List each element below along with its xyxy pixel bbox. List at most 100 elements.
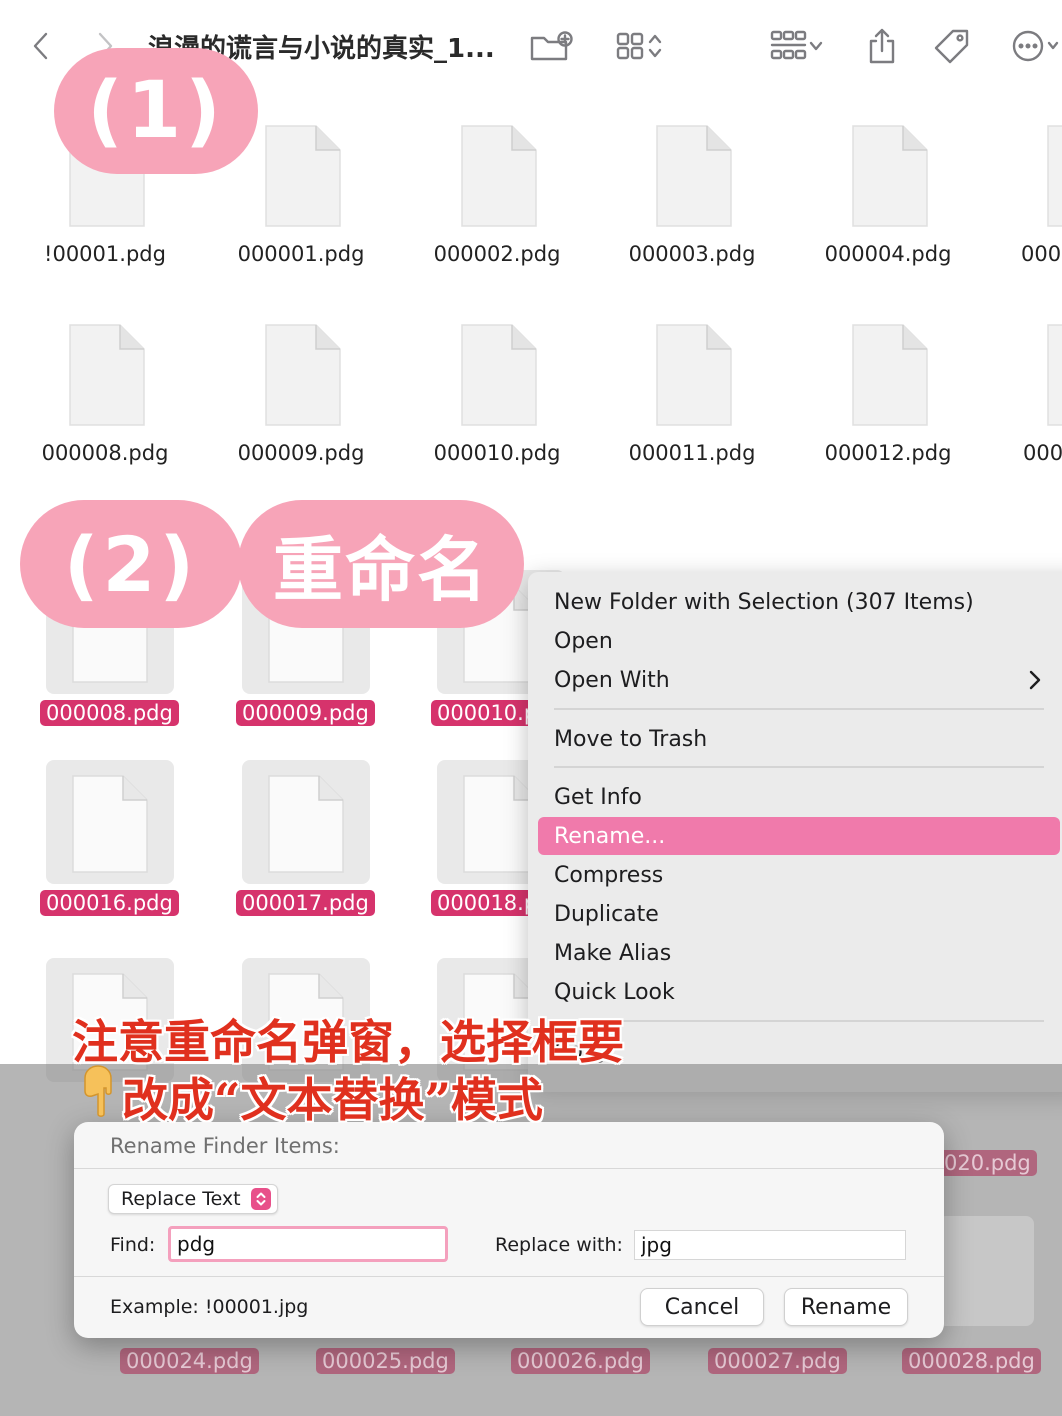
share-button[interactable] [862, 24, 902, 68]
step-2-sticker: (2) [20, 500, 242, 628]
menu-item-open[interactable]: Open [538, 622, 1060, 660]
file-name: 000 [1021, 242, 1062, 266]
rename-mode-select[interactable]: Replace Text [108, 1184, 278, 1214]
cancel-button[interactable]: Cancel [640, 1288, 764, 1326]
ellipsis-circle-icon [1012, 30, 1044, 62]
rename-button[interactable]: Rename [784, 1288, 908, 1326]
rename-dialog: Rename Finder Items: Replace Text Find: … [74, 1122, 944, 1338]
file-name: 000004.pdg [824, 242, 952, 266]
file-name: 000001.pdg [237, 242, 365, 266]
menu-item-rename[interactable]: Rename... [538, 817, 1060, 855]
find-input[interactable] [168, 1226, 448, 1262]
step-1-sticker: (1) [54, 48, 258, 174]
dialog-title: Rename Finder Items: [110, 1134, 340, 1158]
grid-view-icon [616, 32, 644, 60]
find-label: Find: [110, 1234, 156, 1256]
tag-icon [934, 29, 969, 64]
more-actions-button[interactable] [1008, 24, 1062, 68]
selected-file-name: 000016.pdg [40, 890, 179, 916]
document-icon [655, 323, 733, 427]
document-icon [242, 760, 370, 884]
chevron-down-icon [809, 41, 823, 51]
dimmed-file-name: 020.pdg [938, 1150, 1037, 1176]
file-name: 000008.pdg [41, 441, 169, 465]
file-item[interactable]: 000008.pdg [10, 323, 200, 493]
document-icon [851, 323, 929, 427]
document-icon [68, 323, 146, 427]
menu-separator [554, 708, 1044, 710]
document-icon [851, 124, 929, 228]
menu-item-open-with[interactable]: Open With [538, 661, 1060, 699]
instruction-line-1: 注意重命名弹窗，选择框要 [72, 1015, 624, 1069]
menu-item-new-folder-with-selection[interactable]: New Folder with Selection (307 Items) [538, 583, 1060, 621]
document-icon [460, 323, 538, 427]
file-item[interactable]: 000011.pdg [597, 323, 787, 493]
menu-separator [554, 766, 1044, 768]
document-icon [1046, 323, 1062, 427]
dimmed-file-icon [938, 1216, 1034, 1326]
selected-file-name: 000017.pdg [236, 890, 375, 916]
instruction-line-2: 改成“文本替换”模式 [122, 1073, 543, 1127]
file-item[interactable]: 000004.pdg [793, 124, 983, 294]
file-name: 000012.pdg [824, 441, 952, 465]
file-item[interactable]: 000009.pdg [206, 323, 396, 493]
file-item[interactable]: 000002.pdg [402, 124, 592, 294]
menu-separator [554, 1020, 1044, 1022]
dialog-separator [74, 1276, 944, 1277]
menu-item-get-info[interactable]: Get Info [538, 778, 1060, 816]
rename-example: Example: !00001.jpg [110, 1296, 309, 1318]
dimmed-file-name: 000027.pdg [708, 1348, 847, 1374]
file-name: 000 [1023, 441, 1062, 465]
rename-mode-value: Replace Text [121, 1188, 241, 1210]
menu-item-label: Open With [554, 667, 670, 693]
chevron-right-icon [1029, 670, 1041, 690]
document-icon [264, 323, 342, 427]
menu-item-move-to-trash[interactable]: Move to Trash [538, 720, 1060, 758]
new-folder-button[interactable] [528, 24, 574, 68]
file-item[interactable]: 000 [988, 323, 1062, 493]
menu-item-compress[interactable]: Compress [538, 856, 1060, 894]
file-name: 000002.pdg [433, 242, 561, 266]
selected-file-name: 000008.pdg [40, 700, 179, 726]
share-icon [869, 28, 895, 64]
rename-sticker: 重命名 [238, 500, 524, 628]
file-item[interactable]: 000 [988, 124, 1062, 294]
file-name: 000010.pdg [433, 441, 561, 465]
view-options-button[interactable] [606, 24, 672, 68]
selected-file-name: 000010.p [431, 700, 544, 726]
file-item[interactable]: 000003.pdg [597, 124, 787, 294]
back-button[interactable] [24, 24, 58, 68]
dimmed-file-name: 000024.pdg [120, 1348, 259, 1374]
file-name: !00001.pdg [44, 242, 166, 266]
menu-item-duplicate[interactable]: Duplicate [538, 895, 1060, 933]
document-icon [655, 124, 733, 228]
selected-file-name: 000009.pdg [236, 700, 375, 726]
dimmed-file-name: 000028.pdg [902, 1348, 1041, 1374]
chevron-left-icon [33, 32, 48, 60]
chevron-down-icon [1047, 41, 1059, 50]
group-by-button[interactable] [762, 24, 832, 68]
group-by-icon [770, 30, 807, 60]
dimmed-file-name: 000025.pdg [316, 1348, 455, 1374]
document-icon [264, 124, 342, 228]
chevron-updown-icon [648, 34, 662, 58]
selected-file-item[interactable]: 000017.pdg [236, 760, 392, 930]
menu-item-make-alias[interactable]: Make Alias [538, 934, 1060, 972]
tag-button[interactable] [930, 24, 974, 68]
file-item[interactable]: 000010.pdg [402, 323, 592, 493]
file-name: 000009.pdg [237, 441, 365, 465]
file-name: 000003.pdg [628, 242, 756, 266]
chevron-updown-icon [250, 1188, 271, 1210]
folder-badge-plus-icon [530, 31, 573, 61]
dimmed-file-name: 000026.pdg [511, 1348, 650, 1374]
document-icon [1046, 124, 1062, 228]
document-icon [460, 124, 538, 228]
replace-with-input[interactable] [634, 1230, 906, 1260]
dialog-separator [74, 1168, 944, 1169]
pointing-down-hand-icon [78, 1064, 118, 1130]
file-name: 000011.pdg [628, 441, 756, 465]
selected-file-name: 000018.p [431, 890, 544, 916]
file-item[interactable]: 000012.pdg [793, 323, 983, 493]
document-icon [46, 760, 174, 884]
selected-file-item[interactable]: 000016.pdg [40, 760, 196, 930]
